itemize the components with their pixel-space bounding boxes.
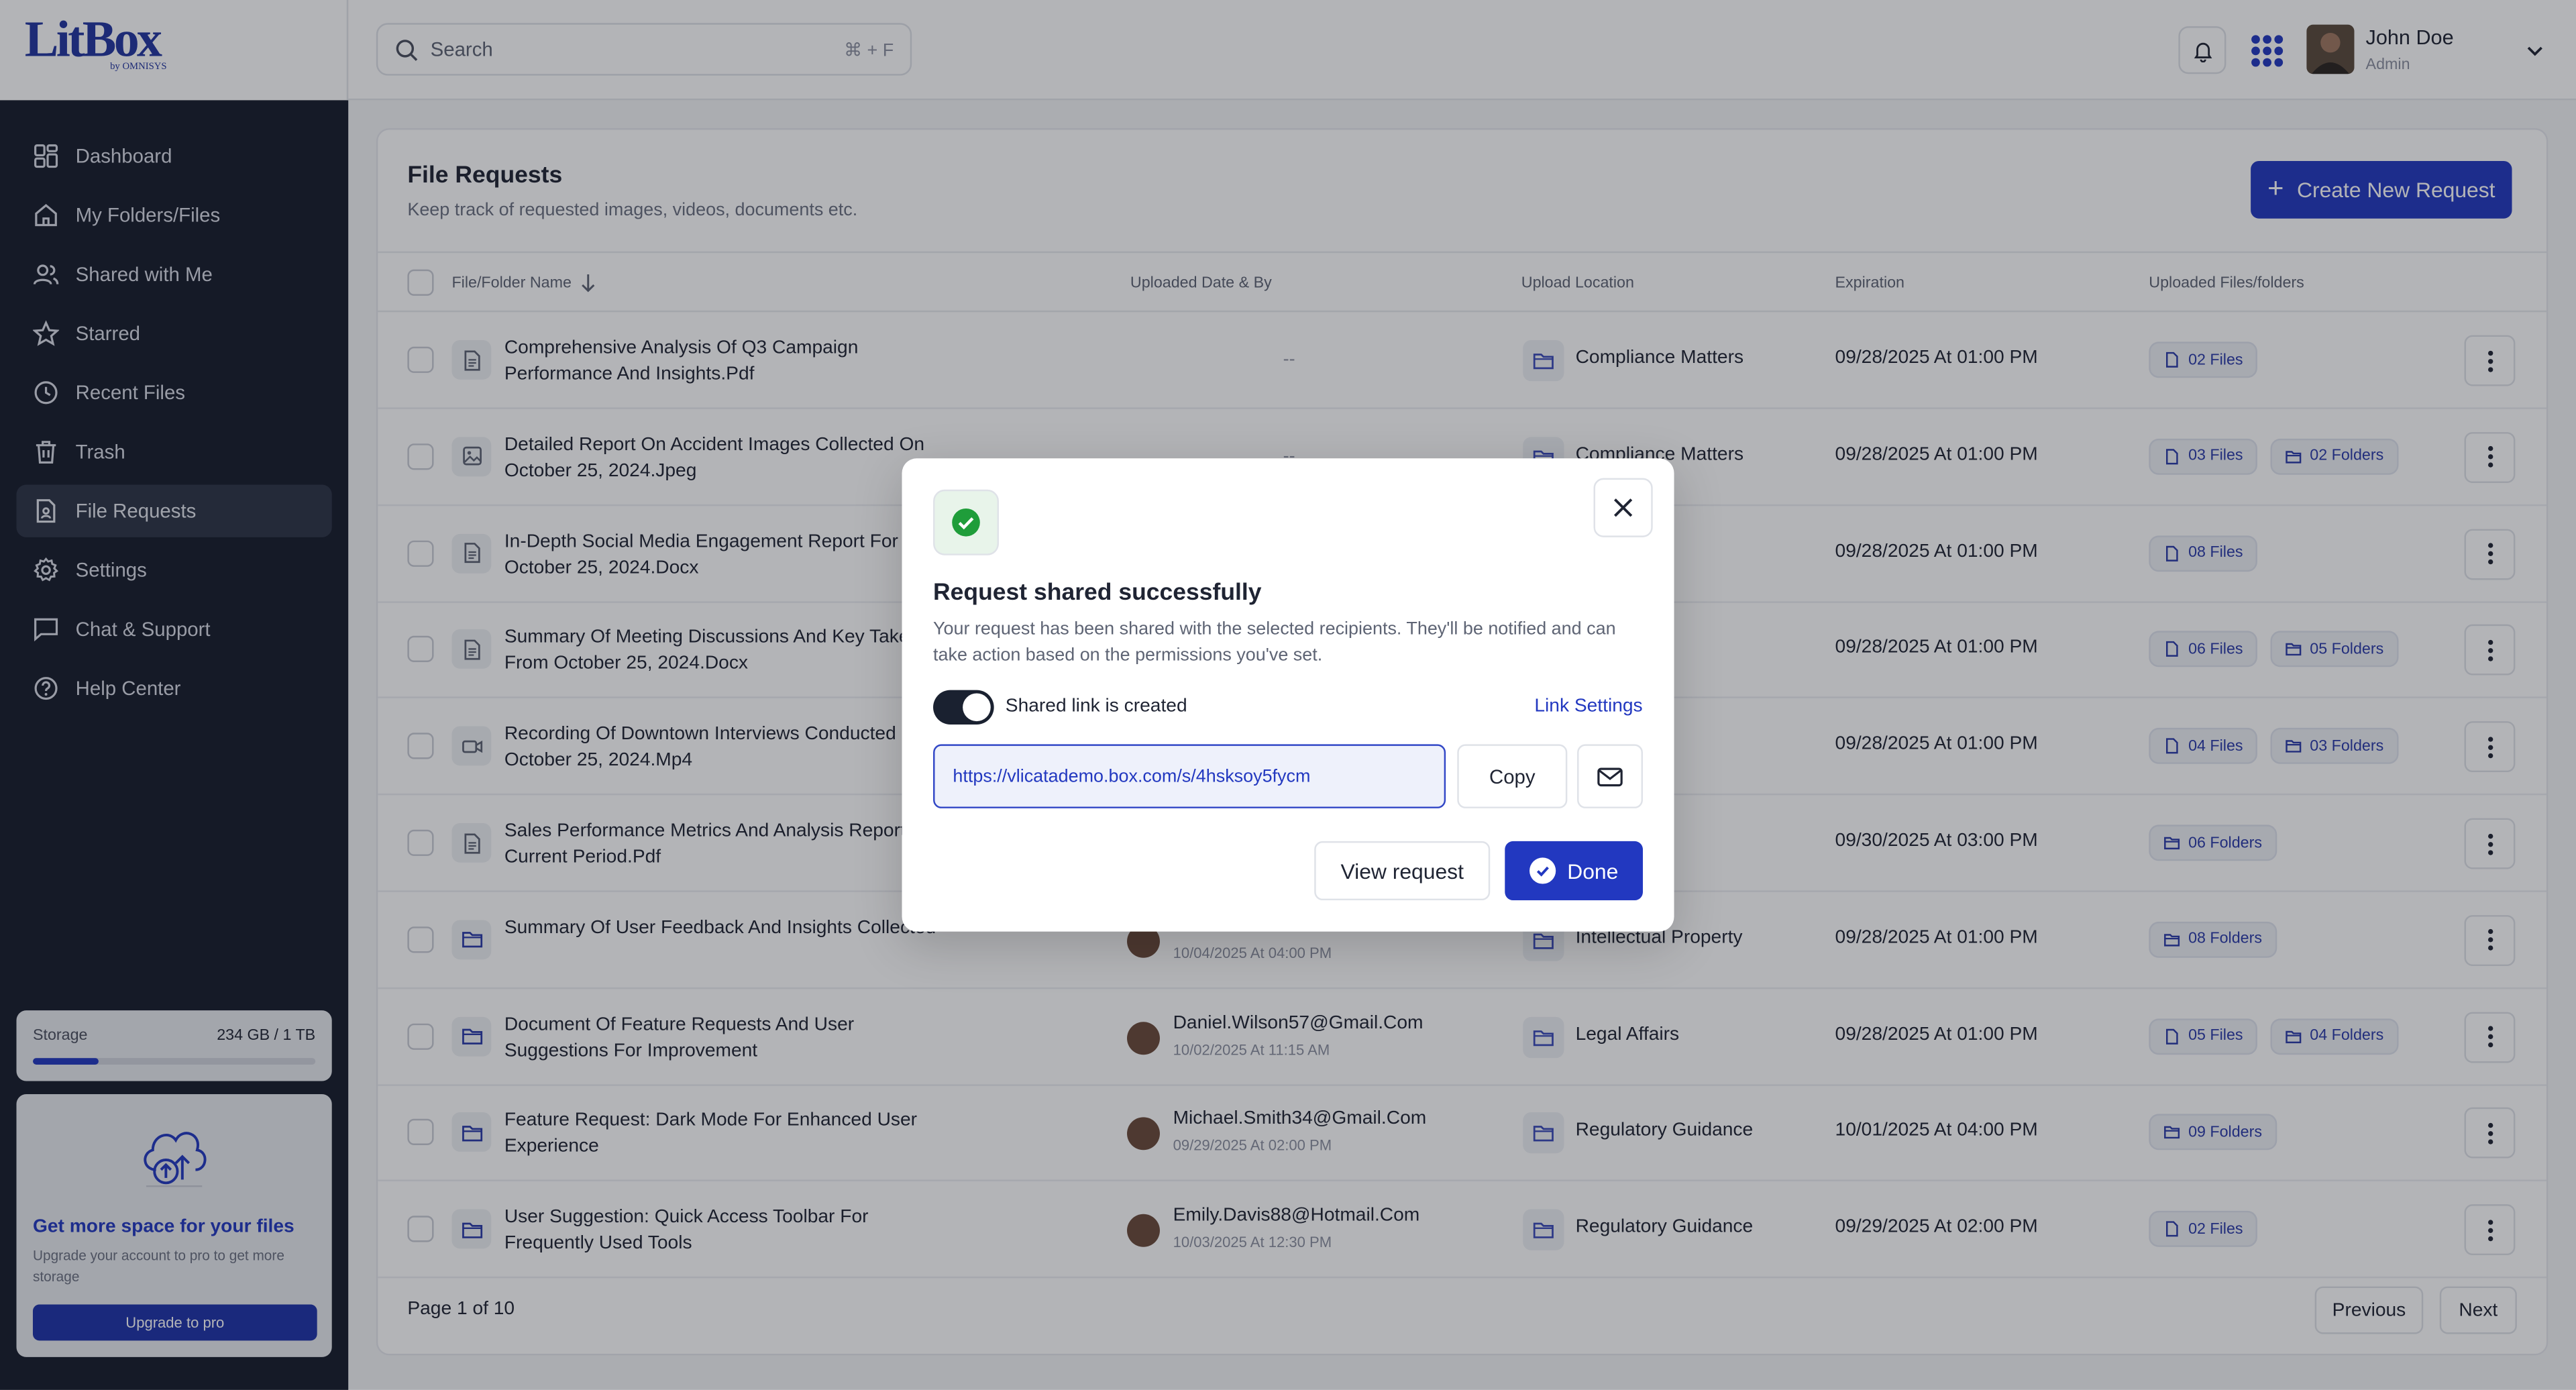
dialog-description: Your request has been shared with the se… [933, 619, 1616, 665]
shared-link-toggle[interactable] [933, 690, 994, 725]
share-success-dialog: Request shared successfully Your request… [902, 458, 1674, 932]
link-settings-link[interactable]: Link Settings [1534, 696, 1642, 716]
toggle-knob [963, 693, 991, 722]
check-icon [1529, 857, 1556, 884]
mail-icon [1597, 767, 1623, 786]
check-circle-icon [952, 508, 980, 537]
done-button[interactable]: Done [1505, 841, 1643, 901]
share-link-field[interactable]: https://vlicatademo.box.com/s/4hsksoy5fy… [933, 744, 1446, 808]
done-label: Done [1567, 858, 1619, 884]
close-icon [1613, 498, 1633, 517]
email-link-button[interactable] [1577, 744, 1643, 808]
success-badge [933, 489, 999, 555]
shared-link-toggle-label: Shared link is created [1005, 696, 1187, 716]
view-request-button[interactable]: View request [1314, 841, 1491, 901]
copy-link-button[interactable]: Copy [1457, 744, 1568, 808]
close-dialog-button[interactable] [1593, 478, 1653, 537]
dialog-title: Request shared successfully [933, 580, 1262, 606]
